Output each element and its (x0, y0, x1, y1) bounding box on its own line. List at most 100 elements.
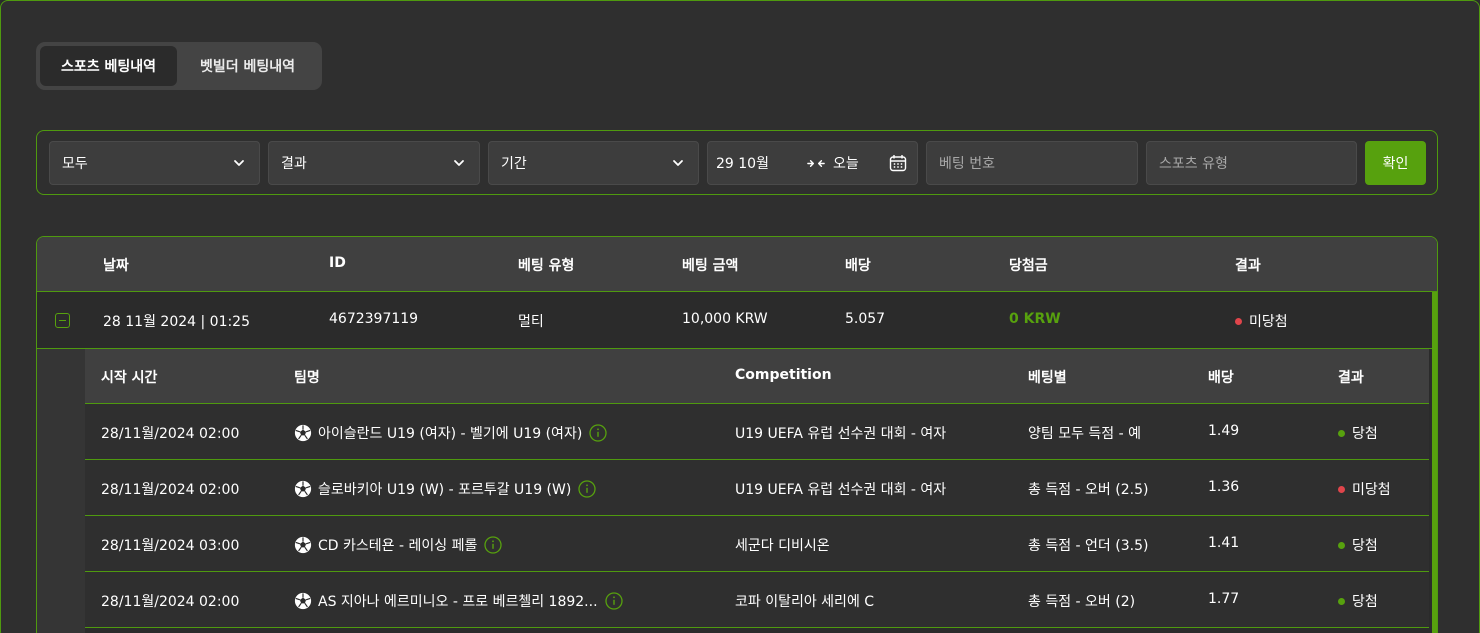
detail-teams-text: AS 지아나 에르미니오 - 프로 베르첼리 1892... (318, 594, 598, 610)
bet-number-placeholder: 베팅 번호 (939, 156, 995, 172)
row-odds: 5.057 (845, 311, 886, 327)
detail-header: 시작 시간 팀명 Competition 베팅별 배당 결과 (85, 349, 1429, 404)
detail-header-result: 결과 (1338, 370, 1364, 386)
detail-teams-text: CD 카스테욘 - 레이싱 페롤 (318, 538, 478, 554)
info-icon[interactable] (484, 536, 502, 554)
detail-start: 28/11월/2024 02:00 (101, 426, 240, 442)
detail-teams-text: 슬로바키아 U19 (W) - 포르투갈 U19 (W) (318, 482, 572, 498)
status-dot-lost (1338, 485, 1345, 493)
row-result: 미당첨 (1235, 311, 1288, 331)
soccer-ball-icon (294, 592, 312, 610)
header-date: 날짜 (103, 258, 129, 274)
collapse-toggle[interactable] (55, 313, 70, 328)
detail-row[interactable]: 28/11월/2024 02:00 아이슬란드 U19 (여자) - 벨기에 U… (85, 404, 1429, 460)
detail-result-text: 미당첨 (1352, 482, 1391, 498)
detail-start: 28/11월/2024 03:00 (101, 538, 240, 554)
row-date: 28 11월 2024 | 01:25 (103, 314, 251, 330)
detail-row[interactable]: 28/11월/2024 02:00 슬로바키아 U19 (W) - 포르투갈 U… (85, 460, 1429, 516)
detail-selection: 총 득점 - 언더 (3.5) (1028, 538, 1149, 554)
detail-row[interactable]: 28/11월/2024 03:00 CD 카스테욘 - 레이싱 페롤 세군다 디… (85, 516, 1429, 572)
confirm-button[interactable]: 확인 (1365, 141, 1426, 185)
detail-header-competition: Competition (735, 367, 832, 383)
detail-indent (37, 349, 85, 633)
header-amount: 베팅 금액 (682, 258, 739, 274)
detail-competition: U19 UEFA 유럽 선수권 대회 - 여자 (735, 426, 947, 442)
detail-odds: 1.41 (1208, 535, 1240, 551)
chevron-down-icon (673, 160, 683, 166)
detail-result: 당첨 (1338, 423, 1378, 443)
detail-selection: 양팀 모두 득점 - 예 (1028, 426, 1142, 442)
expanded-indicator (1432, 292, 1437, 633)
status-dot-won (1338, 597, 1345, 605)
detail-odds: 1.49 (1208, 423, 1240, 439)
detail-result: 당첨 (1338, 591, 1378, 611)
swap-arrows-icon (807, 159, 825, 167)
detail-result-text: 당첨 (1352, 426, 1378, 442)
detail-odds: 1.77 (1208, 591, 1240, 607)
detail-teams: 아이슬란드 U19 (여자) - 벨기에 U19 (여자) (294, 423, 607, 443)
detail-start: 28/11월/2024 02:00 (101, 594, 240, 610)
sport-type-placeholder: 스포츠 유형 (1159, 156, 1228, 172)
detail-result-text: 당첨 (1352, 538, 1378, 554)
detail-header-odds: 배당 (1208, 370, 1234, 386)
result-select[interactable]: 결과 (268, 141, 480, 185)
chevron-down-icon (454, 160, 464, 166)
date-range-picker[interactable]: 29 10월 오늘 (707, 141, 918, 185)
row-id: 4672397119 (329, 311, 419, 327)
tab-betbuilder-bets[interactable]: 벳빌더 베팅내역 (177, 46, 318, 86)
detail-competition: 코파 이탈리아 세리에 C (735, 594, 875, 610)
bet-history-tabs: 스포츠 베팅내역 벳빌더 베팅내역 (36, 42, 322, 90)
sport-type-input[interactable]: 스포츠 유형 (1146, 141, 1357, 185)
detail-teams: CD 카스테욘 - 레이싱 페롤 (294, 535, 502, 555)
soccer-ball-icon (294, 424, 312, 442)
detail-header-teams: 팀명 (294, 370, 320, 386)
calendar-icon[interactable] (889, 154, 907, 172)
header-bet-type: 베팅 유형 (518, 258, 575, 274)
bet-history-table: 날짜 ID 베팅 유형 베팅 금액 배당 당첨금 결과 28 11월 2024 … (36, 236, 1438, 633)
detail-odds: 1.36 (1208, 479, 1240, 495)
info-icon[interactable] (604, 592, 623, 610)
row-winnings: 0 KRW (1009, 311, 1061, 327)
detail-header-start: 시작 시간 (101, 370, 158, 386)
info-icon[interactable] (589, 424, 607, 442)
detail-header-selection: 베팅별 (1028, 370, 1067, 386)
detail-teams: 슬로바키아 U19 (W) - 포르투갈 U19 (W) (294, 479, 596, 499)
row-result-text: 미당첨 (1249, 314, 1288, 330)
detail-competition: 세군다 디비시온 (735, 538, 830, 554)
chevron-down-icon (234, 160, 244, 166)
detail-selection: 총 득점 - 오버 (2) (1028, 594, 1136, 610)
detail-teams: AS 지아나 에르미니오 - 프로 베르첼리 1892... (294, 591, 623, 611)
header-odds: 배당 (845, 258, 871, 274)
soccer-ball-icon (294, 536, 312, 554)
header-id: ID (329, 255, 346, 271)
tab-sports-bets[interactable]: 스포츠 베팅내역 (40, 46, 177, 86)
header-winnings: 당첨금 (1009, 258, 1048, 274)
detail-competition: U19 UEFA 유럽 선수권 대회 - 여자 (735, 482, 947, 498)
period-select-value: 기간 (501, 156, 527, 172)
detail-row[interactable]: 28/11월/2024 02:00 AS 지아나 에르미니오 - 프로 베르첼리… (85, 572, 1429, 628)
status-dot-won (1338, 429, 1345, 437)
row-bet-type: 멀티 (518, 314, 544, 330)
filter-bar: 모두 결과 기간 29 10월 오늘 베팅 번호 스포츠 유형 확인 (36, 130, 1438, 195)
date-from: 29 10월 (716, 156, 769, 172)
status-dot-won (1338, 541, 1345, 549)
date-to: 오늘 (832, 156, 859, 172)
type-select[interactable]: 모두 (49, 141, 260, 185)
soccer-ball-icon (294, 480, 312, 498)
status-dot-lost (1235, 317, 1242, 325)
detail-selection: 총 득점 - 오버 (2.5) (1028, 482, 1149, 498)
row-amount: 10,000 KRW (682, 311, 768, 327)
table-row[interactable]: 28 11월 2024 | 01:25 4672397119 멀티 10,000… (37, 292, 1437, 349)
bet-number-input[interactable]: 베팅 번호 (926, 141, 1138, 185)
result-select-value: 결과 (281, 156, 307, 172)
detail-teams-text: 아이슬란드 U19 (여자) - 벨기에 U19 (여자) (318, 426, 583, 442)
info-icon[interactable] (578, 480, 596, 498)
detail-result-text: 당첨 (1352, 594, 1378, 610)
detail-result: 미당첨 (1338, 479, 1391, 499)
header-result: 결과 (1235, 258, 1261, 274)
detail-start: 28/11월/2024 02:00 (101, 482, 240, 498)
table-header: 날짜 ID 베팅 유형 베팅 금액 배당 당첨금 결과 (37, 237, 1437, 292)
detail-result: 당첨 (1338, 535, 1378, 555)
type-select-value: 모두 (62, 156, 88, 172)
period-select[interactable]: 기간 (488, 141, 699, 185)
